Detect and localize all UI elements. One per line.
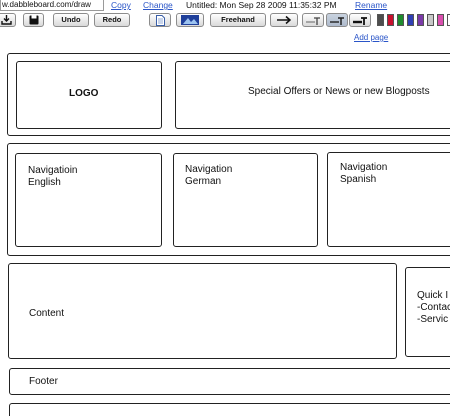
redo-button[interactable]: Redo <box>94 13 130 27</box>
rename-link[interactable]: Rename <box>355 0 387 11</box>
color-swatch-green[interactable] <box>397 14 404 26</box>
nav-spanish-line-2: Spanish <box>340 174 377 185</box>
freehand-button[interactable]: Freehand <box>210 13 266 27</box>
quick-links-line-3: -Servic <box>417 314 449 325</box>
image-icon <box>181 15 199 25</box>
banner-label: Special Offers or News or new Blogposts <box>248 86 430 97</box>
insert-image-button[interactable] <box>176 13 204 27</box>
undo-button[interactable]: Undo <box>53 13 89 27</box>
drawing-title: Untitled: Mon Sep 28 2009 11:35:32 PM <box>186 0 337 10</box>
nav-german-line-2: German <box>185 176 222 187</box>
medium-line-icon <box>330 17 344 25</box>
link-bar: w.dabbleboard.com/draw Copy Change Untit… <box>0 0 450 11</box>
copy-link[interactable]: Copy <box>111 0 131 11</box>
arrow-right-icon <box>277 15 292 25</box>
nav-german-line-1: Navigation <box>185 164 233 175</box>
thick-line-icon <box>353 17 367 25</box>
content-label: Content <box>29 308 65 319</box>
change-link[interactable]: Change <box>143 0 173 11</box>
color-swatch-blue[interactable] <box>407 14 414 26</box>
drawing-canvas[interactable]: LOGO Special Offers or News or new Blogp… <box>0 44 450 416</box>
thin-line-button[interactable] <box>302 13 324 27</box>
footer-box[interactable] <box>9 368 450 395</box>
quick-links-line-1: Quick I <box>417 290 449 301</box>
nav-spanish-line-1: Navigation <box>340 162 388 173</box>
color-swatch-pink[interactable] <box>437 14 444 26</box>
page-icon <box>155 15 165 26</box>
nav-english-line-2: English <box>28 177 61 188</box>
nav-english-line-1: Navigatioin <box>28 165 78 176</box>
color-swatch-light-gray[interactable] <box>427 14 434 26</box>
color-swatch-gray[interactable] <box>377 14 384 26</box>
url-field[interactable]: w.dabbleboard.com/draw <box>0 0 104 11</box>
thick-line-button[interactable] <box>349 13 371 27</box>
download-icon <box>0 15 12 25</box>
thin-line-icon <box>306 17 320 25</box>
logo-label: LOGO <box>69 88 99 99</box>
bottom-box[interactable] <box>9 403 450 416</box>
content-box[interactable] <box>8 263 397 359</box>
footer-label: Footer <box>29 376 58 387</box>
toolbar: Undo Redo Freehand <box>0 11 450 31</box>
arrow-tool-button[interactable] <box>270 13 298 27</box>
download-button[interactable] <box>0 13 16 27</box>
color-swatch-purple[interactable] <box>417 14 424 26</box>
add-page-link[interactable]: Add page <box>354 33 388 43</box>
page-button[interactable] <box>149 13 171 27</box>
save-button[interactable] <box>23 13 44 27</box>
color-swatch-red[interactable] <box>387 14 394 26</box>
floppy-icon <box>29 15 38 25</box>
quick-links-line-2: -Contac <box>417 302 450 313</box>
medium-line-button[interactable] <box>326 13 348 27</box>
